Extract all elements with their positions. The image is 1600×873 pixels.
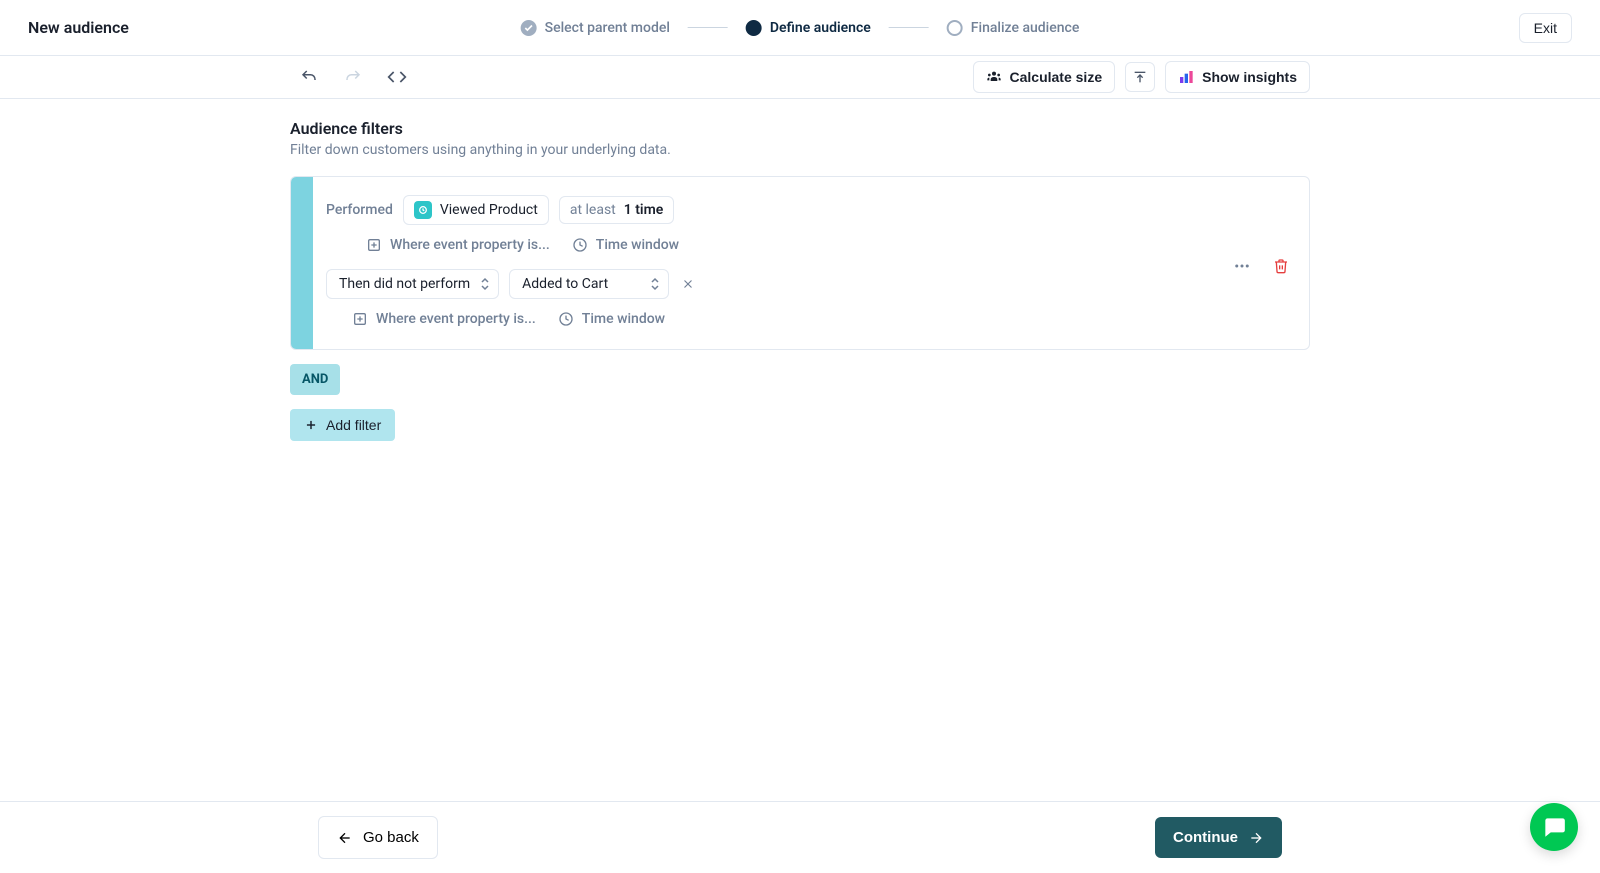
step-label: Select parent model (545, 20, 670, 36)
bar-chart-icon (1178, 69, 1194, 85)
frequency-chip[interactable]: at least 1 time (559, 196, 674, 224)
toolbar: Calculate size Show insights (0, 56, 1600, 99)
step-label: Define audience (770, 20, 871, 36)
funnel-operator-label: Then did not perform (339, 276, 470, 292)
step-define-audience: Define audience (746, 20, 871, 36)
filter-card-actions (1233, 257, 1289, 275)
event-chip-viewed-product[interactable]: Viewed Product (403, 195, 549, 225)
main-content: Audience filters Filter down customers u… (0, 99, 1600, 461)
section-title: Audience filters (290, 119, 1310, 138)
stepper: Select parent model Define audience Fina… (521, 20, 1080, 36)
delete-filter-button[interactable] (1273, 258, 1289, 274)
time-window-button[interactable]: Time window (558, 311, 665, 327)
people-icon (986, 69, 1002, 85)
filter-row-performed: Performed Viewed Product at least 1 time (326, 195, 1289, 225)
footer-bar: Go back Continue (0, 801, 1600, 873)
step-label: Finalize audience (971, 20, 1080, 36)
where-event-property-button[interactable]: Where event property is... (366, 237, 550, 253)
exit-button[interactable]: Exit (1519, 13, 1572, 43)
continue-label: Continue (1173, 829, 1238, 846)
funnel-operator-select[interactable]: Then did not perform (326, 269, 499, 299)
time-window-button[interactable]: Time window (572, 237, 679, 253)
funnel-event-label: Added to Cart (522, 276, 608, 292)
undo-icon[interactable] (299, 67, 319, 87)
frequency-prefix: at least (570, 202, 616, 218)
go-back-button[interactable]: Go back (318, 816, 438, 859)
event-name: Viewed Product (440, 202, 538, 218)
chat-launcher-button[interactable] (1530, 803, 1578, 851)
go-back-label: Go back (363, 829, 419, 846)
performed-label: Performed (326, 202, 393, 218)
where-event-property-button[interactable]: Where event property is... (352, 311, 536, 327)
page-title: New audience (28, 18, 129, 37)
sub-options-row: Where event property is... Time window (352, 311, 1289, 327)
remove-funnel-button[interactable] (679, 275, 697, 293)
time-window-label: Time window (596, 237, 679, 253)
collapse-button[interactable] (1125, 62, 1155, 92)
step-finalize-audience: Finalize audience (947, 20, 1080, 36)
code-icon[interactable] (387, 67, 407, 87)
more-options-button[interactable] (1233, 257, 1251, 275)
active-dot-icon (746, 20, 762, 36)
check-icon (521, 20, 537, 36)
event-icon (414, 201, 432, 219)
redo-icon (343, 67, 363, 87)
time-window-label: Time window (582, 311, 665, 327)
sub-options-row: Where event property is... Time window (366, 237, 1289, 253)
filter-card: Performed Viewed Product at least 1 time (290, 176, 1310, 350)
continue-button[interactable]: Continue (1155, 817, 1282, 858)
frequency-value: 1 time (624, 202, 664, 218)
funnel-event-select[interactable]: Added to Cart (509, 269, 669, 299)
calculate-size-button[interactable]: Calculate size (973, 61, 1116, 93)
calculate-size-label: Calculate size (1010, 69, 1103, 85)
and-operator-badge[interactable]: AND (290, 364, 340, 395)
caret-sort-icon (650, 277, 660, 291)
where-event-label: Where event property is... (376, 311, 536, 327)
step-divider (889, 27, 929, 28)
step-divider (688, 27, 728, 28)
where-event-label: Where event property is... (390, 237, 550, 253)
show-insights-button[interactable]: Show insights (1165, 61, 1310, 93)
add-filter-button[interactable]: Add filter (290, 409, 395, 441)
header-bar: New audience Select parent model Define … (0, 0, 1600, 56)
add-filter-label: Add filter (326, 417, 381, 433)
step-select-parent-model: Select parent model (521, 20, 670, 36)
show-insights-label: Show insights (1202, 69, 1297, 85)
empty-circle-icon (947, 20, 963, 36)
section-subtitle: Filter down customers using anything in … (290, 142, 1310, 158)
filter-row-funnel: Then did not perform Added to Cart (326, 269, 1289, 299)
caret-sort-icon (480, 277, 490, 291)
